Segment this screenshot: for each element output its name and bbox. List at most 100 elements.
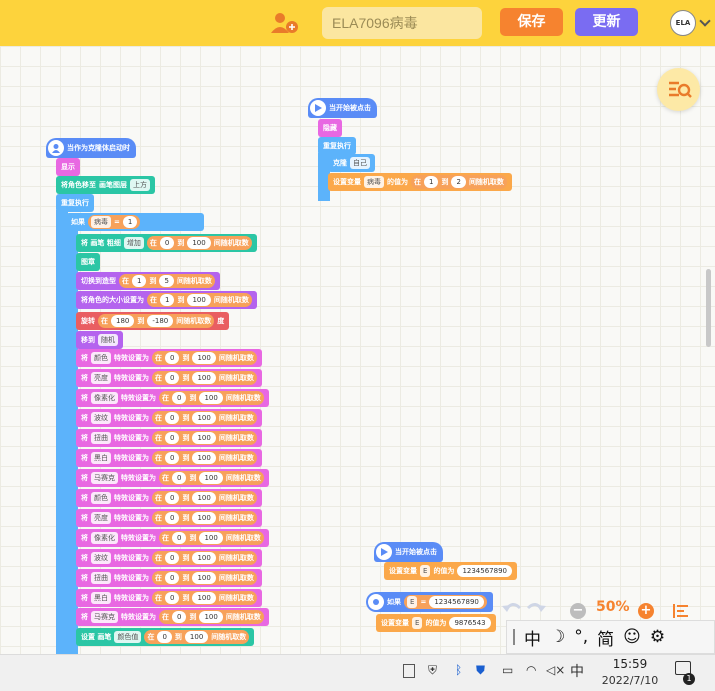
ime-punct-toggle[interactable]: °,: [574, 627, 588, 647]
random-op[interactable]: 在 0 到 100 间随机取数: [152, 551, 257, 565]
block-set-effect[interactable]: 将波纹 特效设置为在 0 到 100 间随机取数: [76, 409, 262, 427]
block-turn[interactable]: 旋转 在 180 到 -180 间随机取数 度: [76, 312, 230, 330]
number-input[interactable]: 100: [192, 512, 216, 524]
value-input[interactable]: 1234567890: [457, 565, 512, 577]
number-input[interactable]: 100: [187, 294, 211, 306]
add-user-icon[interactable]: [270, 12, 300, 34]
effect-dropdown[interactable]: 扭曲: [91, 432, 111, 444]
number-input[interactable]: 0: [165, 492, 180, 504]
op-dropdown[interactable]: 增加: [123, 237, 144, 249]
effect-dropdown[interactable]: 黑白: [91, 592, 111, 604]
number-input[interactable]: 0: [165, 432, 180, 444]
block-switch-costume[interactable]: 切换到造型 在 1 到 5 间随机取数: [76, 272, 220, 290]
block-set-effect[interactable]: 将亮度 特效设置为在 0 到 100 间随机取数: [76, 369, 262, 387]
random-op[interactable]: 在 180 到 -180 间随机取数: [98, 314, 215, 328]
clock-time[interactable]: 15:59: [606, 657, 654, 671]
update-button[interactable]: 更新: [575, 8, 638, 36]
number-input[interactable]: 0: [165, 592, 180, 604]
number-input[interactable]: 100: [199, 611, 223, 623]
number-input[interactable]: 0: [165, 572, 180, 584]
block-set-effect[interactable]: 将扭曲 特效设置为在 0 到 100 间随机取数: [76, 569, 262, 587]
number-input[interactable]: 100: [199, 472, 223, 484]
block-clone[interactable]: 克隆 自己: [328, 154, 375, 172]
block-set-effect[interactable]: 将黑白 特效设置为在 0 到 100 间随机取数: [76, 449, 262, 467]
random-op[interactable]: 在 0 到 100 间随机取数: [152, 571, 257, 585]
random-op[interactable]: 在 0 到 100 间随机取数: [152, 411, 257, 425]
number-input[interactable]: 100: [199, 392, 223, 404]
project-name-input[interactable]: ELA7096病毒: [322, 7, 482, 39]
block-set-pen-color[interactable]: 设置 画笔 颜色值在 0 到 100 间随机取数: [76, 628, 255, 646]
number-input[interactable]: 2: [451, 176, 466, 188]
emoji-icon[interactable]: ☺: [623, 627, 641, 647]
clock-date[interactable]: 2022/7/10: [594, 674, 666, 687]
equals-operator[interactable]: 病毒 = 1: [88, 215, 141, 229]
block-set-effect[interactable]: 将颜色 特效设置为在 0 到 100 间随机取数: [76, 489, 262, 507]
var-dropdown[interactable]: E: [407, 596, 418, 608]
effect-dropdown[interactable]: 波纹: [91, 412, 111, 424]
block-set-size[interactable]: 将角色的大小设置为 在 1 到 100 间随机取数: [76, 291, 257, 309]
chevron-down-icon[interactable]: [699, 15, 711, 27]
block-set-effect[interactable]: 将扭曲 特效设置为在 0 到 100 间随机取数: [76, 429, 262, 447]
random-op[interactable]: 在 0 到 100 间随机取数: [152, 431, 257, 445]
shield-icon[interactable]: ⛨: [428, 663, 437, 678]
random-op[interactable]: 在 1 到 100 间随机取数: [147, 293, 252, 307]
number-input[interactable]: 1: [132, 275, 147, 287]
effect-dropdown[interactable]: 颜色: [91, 492, 111, 504]
random-op[interactable]: 在 0 到 100 间随机取数: [159, 531, 264, 545]
number-input[interactable]: 1: [122, 216, 138, 228]
block-goto[interactable]: 移到 随机: [76, 331, 123, 349]
hat-click-start[interactable]: 当开始被点击: [308, 98, 377, 118]
effect-dropdown[interactable]: 马赛克: [91, 611, 118, 623]
search-blocks-button[interactable]: [657, 68, 700, 111]
number-input[interactable]: 100: [192, 352, 216, 364]
number-input[interactable]: 0: [172, 472, 187, 484]
ime-lang-toggle[interactable]: 中: [524, 625, 541, 650]
number-input[interactable]: 100: [192, 412, 216, 424]
number-input[interactable]: 100: [192, 592, 216, 604]
number-input[interactable]: 0: [157, 631, 172, 643]
layer-dropdown[interactable]: 上方: [130, 179, 150, 191]
save-button[interactable]: 保存: [500, 8, 563, 36]
block-set-effect[interactable]: 将像素化 特效设置为在 0 到 100 间随机取数: [76, 389, 269, 407]
code-canvas[interactable]: 当作为克隆体启动时 显示 将角色移至 画笔图层 上方 重复执行 如果 病毒 = …: [0, 46, 715, 654]
number-input[interactable]: 100: [187, 237, 211, 249]
block-show[interactable]: 显示: [56, 158, 80, 176]
random-op[interactable]: 在 0 到 100 间随机取数: [159, 391, 264, 405]
number-input[interactable]: 0: [165, 452, 180, 464]
random-op[interactable]: 在 0 到 100 间随机取数: [159, 610, 264, 624]
block-set-effect[interactable]: 将黑白 特效设置为在 0 到 100 间随机取数: [76, 589, 262, 607]
number-input[interactable]: -180: [147, 315, 174, 327]
random-op[interactable]: 在 0 到 100 间随机取数: [152, 511, 257, 525]
block-set-effect[interactable]: 将马赛克 特效设置为在 0 到 100 间随机取数: [76, 469, 269, 487]
random-op[interactable]: 在 0 到 100 间随机取数: [144, 630, 250, 644]
number-input[interactable]: 0: [172, 532, 187, 544]
block-set-effect[interactable]: 将波纹 特效设置为在 0 到 100 间随机取数: [76, 549, 262, 567]
ime-indicator[interactable]: 中: [570, 661, 584, 681]
security-icon[interactable]: ⛊: [476, 663, 485, 678]
moon-icon[interactable]: ☽: [550, 627, 565, 647]
number-input[interactable]: 0: [165, 412, 180, 424]
random-op[interactable]: 在 0 到 100 间随机取数: [152, 451, 257, 465]
ime-toolbar[interactable]: 中 ☽ °, 简 ☺ ⚙: [506, 620, 715, 654]
hat-click-start[interactable]: 当开始被点击: [374, 542, 443, 562]
random-op[interactable]: 在 1 到 2 间随机取数: [411, 175, 507, 189]
block-stamp[interactable]: 图章: [76, 253, 100, 271]
align-blocks-icon[interactable]: [672, 603, 690, 619]
equals-operator[interactable]: E = 1234567890: [404, 595, 487, 609]
block-set-effect[interactable]: 将亮度 特效设置为在 0 到 100 间随机取数: [76, 509, 262, 527]
effect-dropdown[interactable]: 扭曲: [91, 572, 111, 584]
random-op[interactable]: 在 0 到 100 间随机取数: [152, 591, 257, 605]
ime-drag-handle[interactable]: [513, 629, 515, 645]
zoom-out-button[interactable]: −: [570, 603, 586, 619]
hat-partial[interactable]: 如果 E = 1234567890: [366, 592, 493, 612]
volume-icon[interactable]: ◁×: [546, 663, 565, 677]
block-hide[interactable]: 隐藏: [318, 119, 342, 137]
random-op[interactable]: 在 0 到 100 间随机取数: [146, 236, 252, 250]
number-input[interactable]: 0: [165, 512, 180, 524]
number-input[interactable]: 5: [159, 275, 174, 287]
number-input[interactable]: 100: [192, 492, 216, 504]
effect-dropdown[interactable]: 亮度: [91, 372, 111, 384]
number-input[interactable]: 100: [192, 572, 216, 584]
number-input[interactable]: 180: [111, 315, 135, 327]
number-input[interactable]: 100: [199, 532, 223, 544]
